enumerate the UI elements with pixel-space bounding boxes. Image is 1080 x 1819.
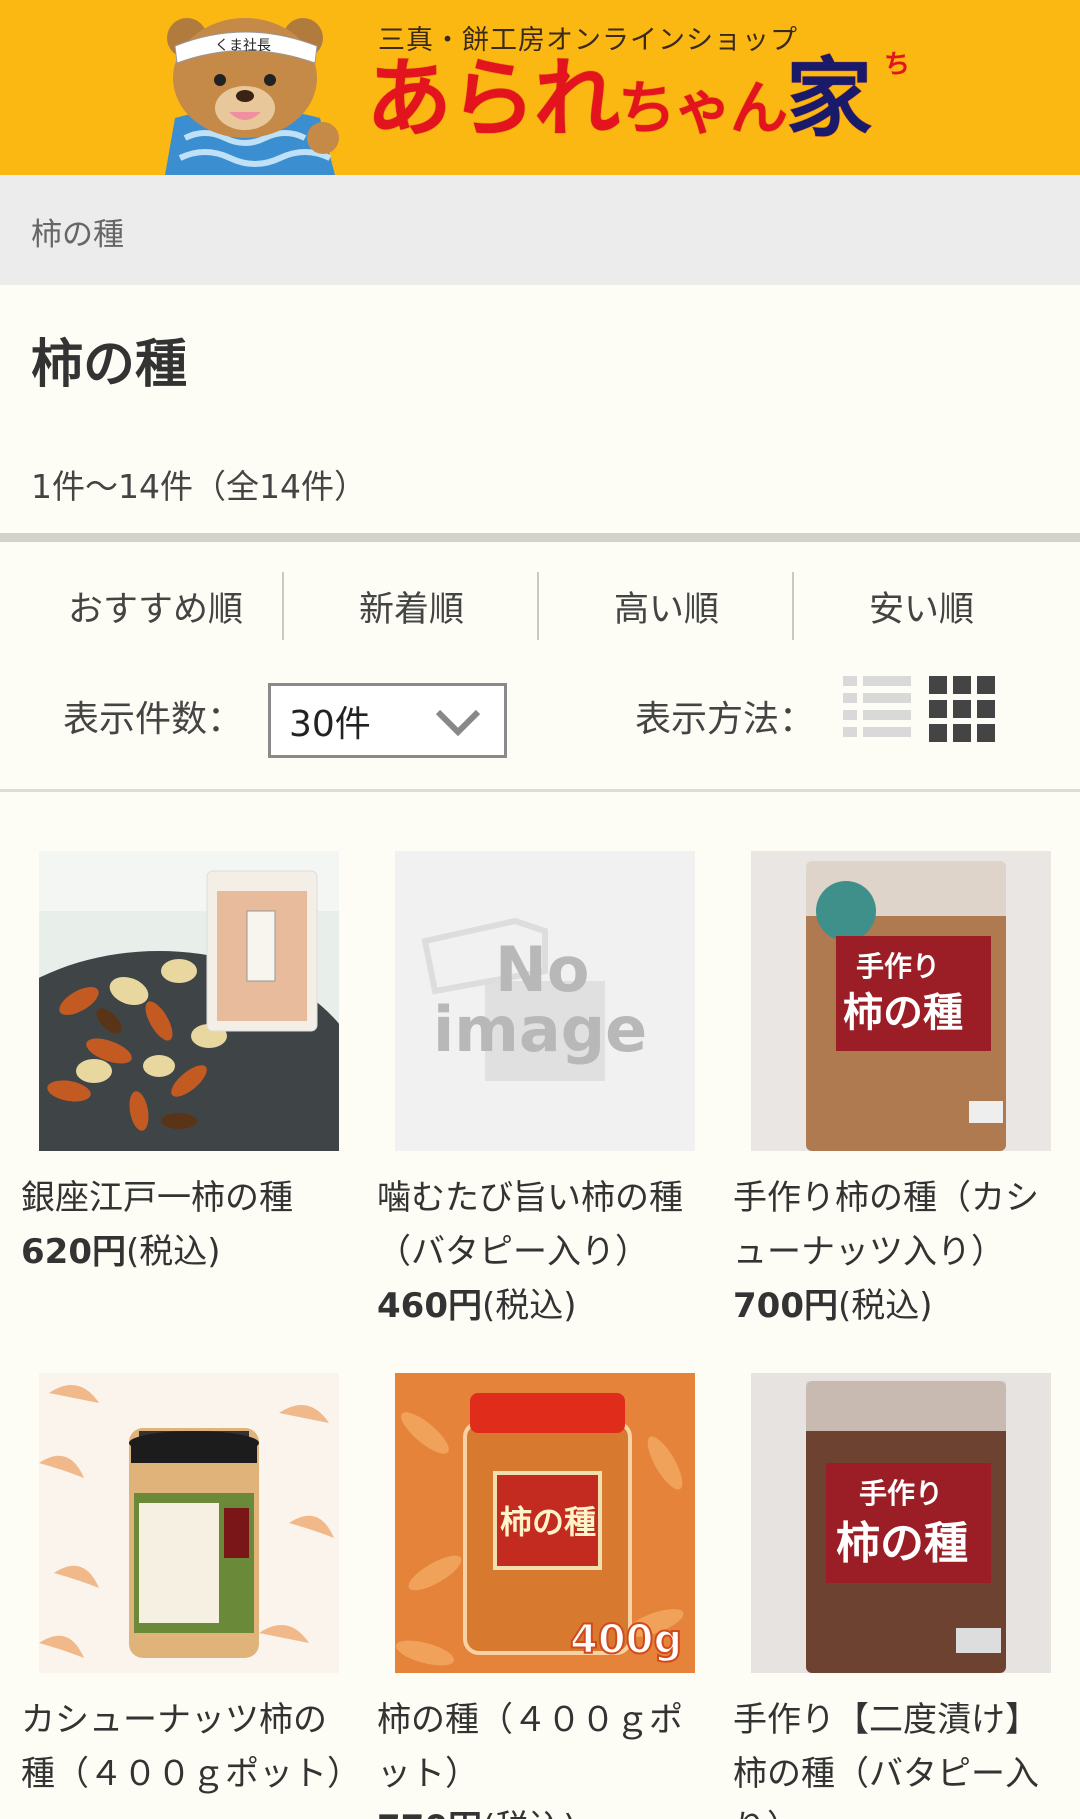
- bag-label-1: 手作り: [859, 1477, 943, 1510]
- per-page-select[interactable]: 30件: [268, 683, 507, 758]
- breadcrumb: 柿の種: [0, 175, 1080, 285]
- bag-label-1: 手作り: [856, 950, 940, 983]
- product-price-tax: (税込): [125, 1232, 221, 1272]
- bear-mascot-logo: くま社長: [165, 18, 339, 175]
- product-price: 770円(税込): [377, 1801, 712, 1819]
- product-name-text[interactable]: 手作り【二度漬け】柿の種（バタピー入り）: [733, 1700, 1039, 1819]
- product-name[interactable]: 銀座江戸一柿の種 620円(税込): [21, 1171, 356, 1279]
- brand-small-text: ちゃん: [618, 74, 788, 142]
- no-image-placeholder[interactable]: No image: [395, 851, 695, 1151]
- product-price-value: 620円: [21, 1232, 126, 1272]
- product-price-tax: (税込): [837, 1286, 933, 1326]
- chevron-down-icon: [435, 709, 481, 736]
- product-name-text[interactable]: 手作り柿の種（カシューナッツ入り）: [733, 1178, 1039, 1272]
- grid-view-icon[interactable]: [929, 676, 995, 742]
- sort-bar: おすすめ順 新着順 高い順 安い順: [0, 572, 1080, 640]
- sort-recommended[interactable]: おすすめ順: [28, 572, 283, 640]
- pot-label: 柿の種: [500, 1503, 596, 1541]
- brand-main-text: あられ: [366, 49, 620, 149]
- product-image[interactable]: 手作り 柿の種: [751, 1373, 1051, 1673]
- product-name-text[interactable]: 柿の種（４００ｇポット）: [377, 1700, 683, 1794]
- product-name[interactable]: 手作り【二度漬け】柿の種（バタピー入り）: [733, 1693, 1068, 1819]
- product-image[interactable]: 柿の種 400g: [395, 1373, 695, 1673]
- per-page-label: 表示件数：: [63, 699, 244, 740]
- sort-price-low[interactable]: 安い順: [794, 572, 1049, 640]
- product-price-value: 770円: [377, 1808, 482, 1819]
- product-price-value: 700円: [733, 1286, 838, 1326]
- product-name-text[interactable]: カシューナッツ柿の種（４００ｇポット）: [21, 1700, 361, 1794]
- brand-logo: あられちゃん家: [366, 56, 872, 142]
- sort-newest[interactable]: 新着順: [284, 572, 539, 640]
- breadcrumb-current: 柿の種: [31, 217, 124, 253]
- section-divider: [0, 789, 1080, 792]
- product-image[interactable]: [39, 851, 339, 1151]
- product-price-value: 460円: [377, 1286, 482, 1326]
- per-page-value: 30件: [289, 703, 371, 745]
- bag-label-2: 柿の種: [836, 1518, 968, 1569]
- product-price-tax: (税込): [482, 1808, 577, 1819]
- site-header-banner[interactable]: くま社長 三真・餅工房オンラインショップ あられちゃん家 ち: [0, 0, 1080, 175]
- product-name-text[interactable]: 銀座江戸一柿の種: [21, 1178, 293, 1218]
- product-name[interactable]: カシューナッツ柿の種（４００ｇポット）: [21, 1693, 361, 1801]
- result-count: 1件〜14件（全14件）: [31, 467, 367, 506]
- product-image[interactable]: [39, 1373, 339, 1673]
- product-price-tax: (税込): [481, 1286, 577, 1326]
- product-name[interactable]: 噛むたび旨い柿の種（バタピー入り） 460円(税込): [377, 1171, 712, 1333]
- section-divider: [0, 533, 1080, 542]
- sort-price-high[interactable]: 高い順: [539, 572, 794, 640]
- product-price: 620円(税込): [21, 1225, 356, 1279]
- product-price: 700円(税込): [733, 1279, 1068, 1333]
- display-mode-label: 表示方法：: [635, 699, 816, 740]
- brand-ie-text: 家: [786, 49, 872, 149]
- bag-label-2: 柿の種: [843, 990, 963, 1036]
- product-name[interactable]: 手作り柿の種（カシューナッツ入り） 700円(税込): [733, 1171, 1068, 1333]
- brand-ruby-text: ち: [884, 50, 911, 80]
- page-title: 柿の種: [31, 335, 188, 395]
- product-price: 460円(税込): [377, 1279, 712, 1333]
- pot-weight-label: 400g: [570, 1617, 682, 1663]
- product-name[interactable]: 柿の種（４００ｇポット） 770円(税込): [377, 1693, 712, 1819]
- product-name-text[interactable]: 噛むたび旨い柿の種（バタピー入り）: [377, 1178, 683, 1272]
- product-image[interactable]: 手作り 柿の種: [751, 851, 1051, 1151]
- no-image-text-2: image: [433, 993, 647, 1066]
- list-view-icon[interactable]: [843, 676, 911, 738]
- bear-band-text: くま社長: [215, 38, 271, 54]
